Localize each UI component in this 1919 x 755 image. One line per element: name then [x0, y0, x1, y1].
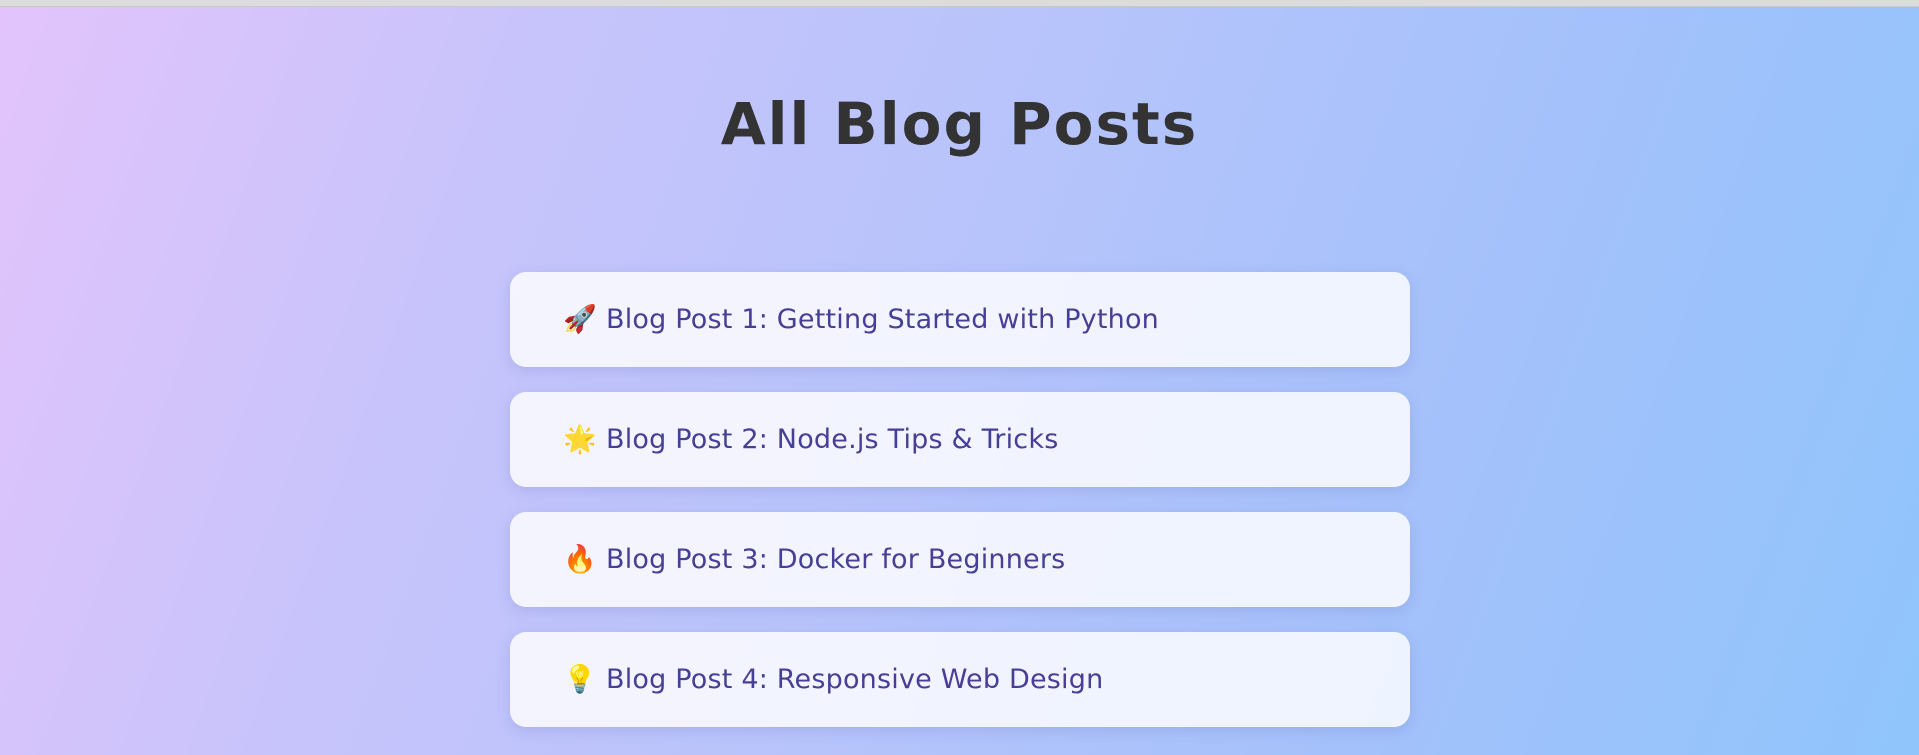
blog-post-title[interactable]: Blog Post 2: Node.js Tips & Tricks: [606, 424, 1058, 455]
lightbulb-icon: 💡: [563, 663, 597, 695]
glowing-star-icon: 🌟: [563, 423, 597, 455]
fire-icon: 🔥: [563, 543, 597, 575]
blog-post-item[interactable]: 🌟 Blog Post 2: Node.js Tips & Tricks: [510, 392, 1410, 487]
blog-post-title[interactable]: Blog Post 3: Docker for Beginners: [606, 544, 1065, 575]
blog-post-title[interactable]: Blog Post 4: Responsive Web Design: [606, 664, 1103, 695]
page-title: All Blog Posts: [720, 90, 1199, 158]
blog-post-item[interactable]: 🚀 Blog Post 1: Getting Started with Pyth…: [510, 272, 1410, 367]
rocket-icon: 🚀: [563, 303, 597, 335]
blog-post-list: 🚀 Blog Post 1: Getting Started with Pyth…: [510, 272, 1410, 752]
blog-post-title[interactable]: Blog Post 1: Getting Started with Python: [606, 304, 1159, 335]
blog-post-item[interactable]: 💡 Blog Post 4: Responsive Web Design: [510, 632, 1410, 727]
blog-post-item[interactable]: 🔥 Blog Post 3: Docker for Beginners: [510, 512, 1410, 607]
browser-top-strip: [0, 0, 1919, 7]
